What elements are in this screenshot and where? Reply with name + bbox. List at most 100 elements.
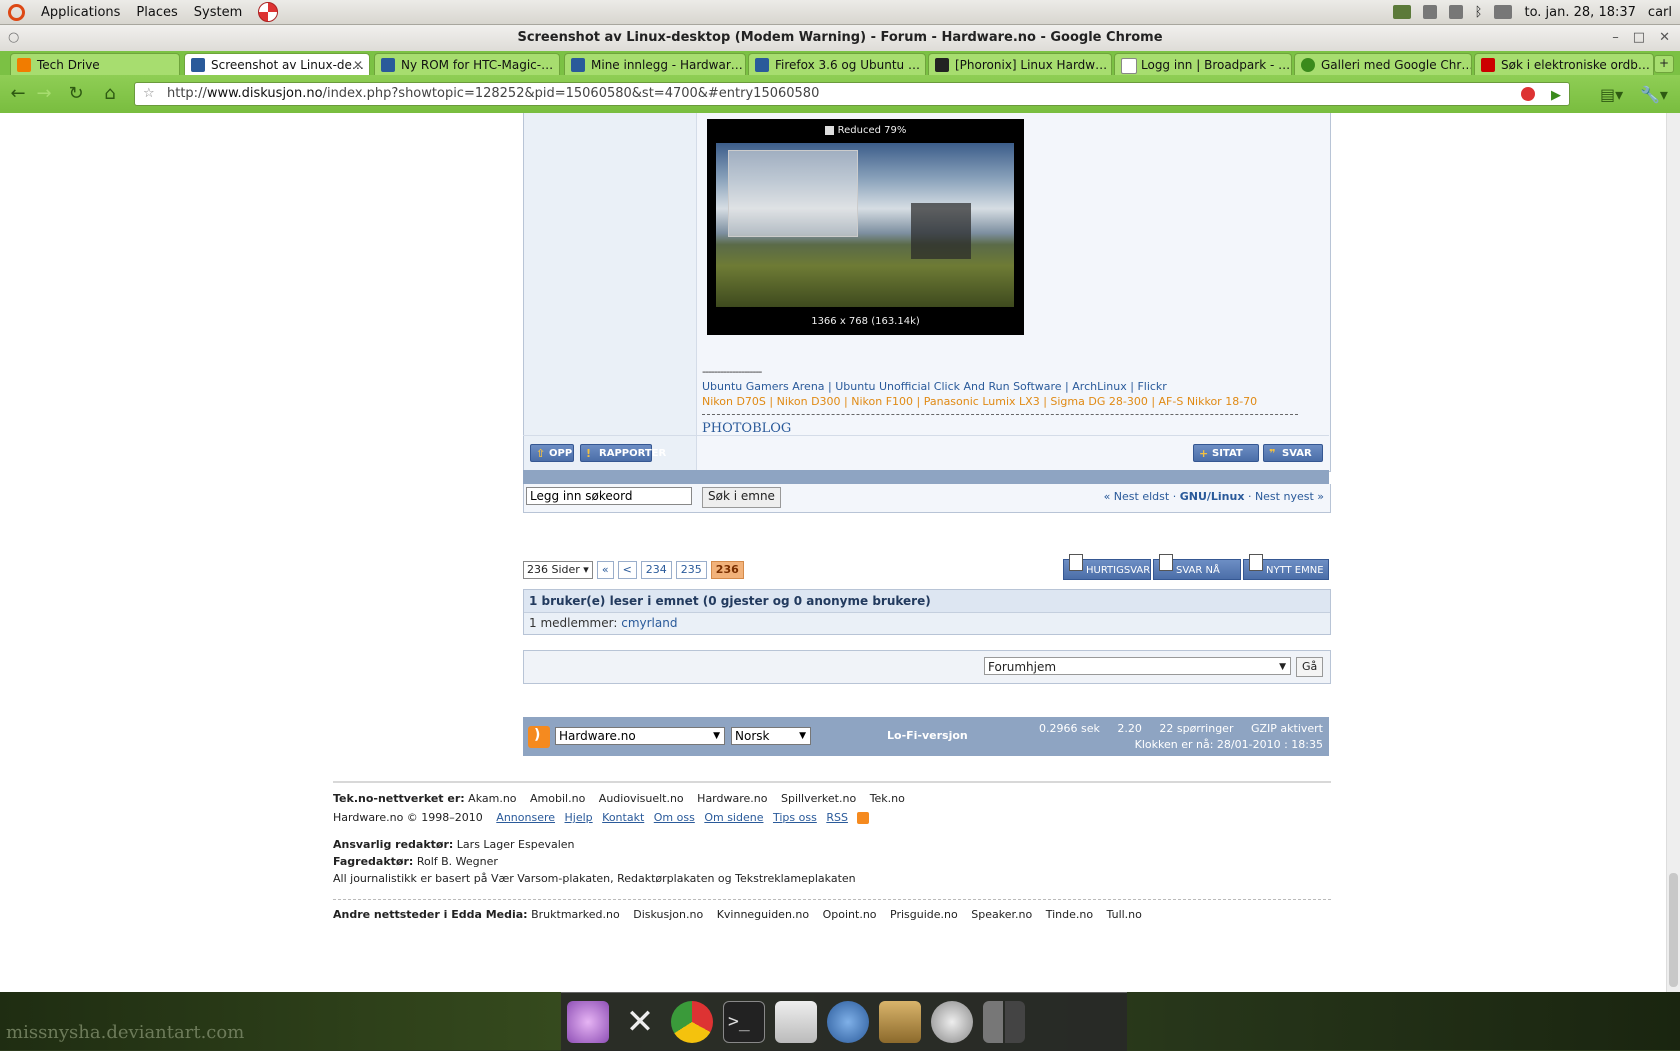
signal-icon[interactable] — [1422, 5, 1437, 19]
network-link[interactable]: Tek.no — [870, 792, 905, 805]
reply-now-button[interactable]: SVAR NÅ — [1153, 554, 1241, 580]
close-icon[interactable]: ✕ — [1659, 25, 1670, 51]
chrome-icon[interactable] — [671, 1001, 713, 1043]
reply-button[interactable]: SVAR — [1263, 444, 1323, 463]
close-tab-icon[interactable]: ✕ — [353, 54, 363, 75]
volume-icon[interactable] — [1448, 5, 1463, 19]
workspace-icon[interactable] — [983, 1001, 1025, 1043]
network-link[interactable]: Audiovisuelt.no — [599, 792, 684, 805]
pages-dropdown[interactable]: 236 Sider ▾ — [523, 561, 593, 579]
go-button[interactable]: Gå — [1296, 657, 1324, 677]
footer-link-hjelp[interactable]: Hjelp — [565, 811, 593, 824]
maximize-icon[interactable]: □ — [1633, 25, 1645, 51]
ubuntu-logo-icon[interactable] — [8, 3, 25, 21]
lofi-link[interactable]: Lo-Fi-versjon — [887, 729, 968, 742]
new-topic-button[interactable]: NYTT EMNE — [1243, 554, 1329, 580]
tab-phoronix[interactable]: [Phoronix] Linux Hardw… — [928, 53, 1112, 75]
quick-reply-button[interactable]: HURTIGSVAR — [1063, 554, 1151, 580]
close-icon[interactable]: ✕ — [619, 1001, 661, 1043]
edda-link[interactable]: Speaker.no — [971, 908, 1032, 921]
network-link[interactable]: Spillverket.no — [781, 792, 856, 805]
bluetooth-icon[interactable]: ᛒ — [1475, 5, 1483, 20]
network-link[interactable]: Amobil.no — [530, 792, 585, 805]
terminal-icon[interactable]: >_ — [723, 1001, 765, 1043]
photoblog-link[interactable]: PHOTOBLOG — [702, 421, 1298, 436]
scrollbar-thumb[interactable] — [1669, 873, 1678, 987]
window-menu-icon[interactable]: ○ — [8, 25, 19, 51]
newer-topic-link[interactable]: Nest nyest » — [1255, 490, 1324, 503]
footer-link-rss[interactable]: RSS — [826, 811, 848, 824]
vertical-scrollbar[interactable] — [1666, 113, 1680, 992]
bookmark-star-icon[interactable]: ☆ — [143, 83, 155, 105]
sig-link-ubuntu-gamers[interactable]: Ubuntu Gamers Arena — [702, 380, 825, 393]
topic-search-input[interactable] — [526, 487, 692, 505]
new-tab-button[interactable]: + — [1654, 55, 1674, 73]
prev-page-link[interactable]: < — [617, 561, 637, 579]
rss-icon[interactable] — [857, 812, 870, 824]
edda-link[interactable]: Diskusjon.no — [633, 908, 703, 921]
tab-mine-innlegg[interactable]: Mine innlegg - Hardwar… — [564, 53, 746, 75]
footer-link-om-oss[interactable]: Om oss — [654, 811, 695, 824]
edda-link[interactable]: Tinde.no — [1046, 908, 1093, 921]
footer-link-kontakt[interactable]: Kontakt — [602, 811, 644, 824]
settings-icon[interactable] — [567, 1001, 609, 1043]
network-link[interactable]: Hardware.no — [697, 792, 767, 805]
screenshot-thumbnail[interactable]: Reduced 79% 1366 x 768 (163.14k) — [707, 119, 1024, 335]
minimize-icon[interactable]: – — [1612, 25, 1619, 51]
home-icon[interactable] — [879, 1001, 921, 1043]
older-topic-link[interactable]: « Nest eldst — [1104, 490, 1170, 503]
tab-tech-drive[interactable]: Tech Drive — [10, 53, 180, 75]
up-button[interactable]: OPP — [530, 444, 574, 463]
sig-link-archlinux[interactable]: ArchLinux — [1072, 380, 1126, 393]
network-link[interactable]: Akam.no — [468, 792, 516, 805]
edda-link[interactable]: Prisguide.no — [890, 908, 958, 921]
quote-button[interactable]: SITAT — [1193, 444, 1259, 463]
edda-link[interactable]: Kvinneguiden.no — [717, 908, 809, 921]
back-icon[interactable]: ← — [8, 84, 28, 104]
clock-icon[interactable] — [931, 1001, 973, 1043]
reload-icon[interactable]: ↻ — [66, 84, 86, 104]
pidgin-icon[interactable] — [827, 1001, 869, 1043]
footer-link-annonsere[interactable]: Annonsere — [496, 811, 555, 824]
site-select[interactable]: Hardware.no ▼ — [555, 727, 725, 745]
footer-link-tips[interactable]: Tips oss — [773, 811, 817, 824]
menu-places[interactable]: Places — [136, 5, 177, 20]
home-icon[interactable]: ⌂ — [100, 84, 120, 104]
sig-link-ubuntu-click-run[interactable]: Ubuntu Unofficial Click And Run Software — [835, 380, 1061, 393]
forum-link[interactable]: GNU/Linux — [1180, 490, 1245, 503]
mail-icon[interactable] — [1494, 5, 1513, 19]
play-icon[interactable]: ▶ — [1551, 85, 1561, 107]
desktop-screenshot-image[interactable] — [716, 143, 1014, 307]
help-icon[interactable] — [258, 2, 279, 22]
tab-ordbok[interactable]: Søk i elektroniske ordb… — [1474, 53, 1654, 75]
forward-icon[interactable]: → — [34, 84, 54, 104]
edda-link[interactable]: Tull.no — [1107, 908, 1142, 921]
first-page-link[interactable]: « — [596, 561, 614, 579]
forum-jump-select[interactable]: Forumhjem ▼ — [984, 657, 1291, 675]
menu-applications[interactable]: Applications — [41, 5, 120, 20]
page-235-link[interactable]: 235 — [675, 561, 707, 579]
footer-link-om-sidene[interactable]: Om sidene — [704, 811, 763, 824]
tab-google-chrome-gallery[interactable]: Galleri med Google Chr… — [1294, 53, 1472, 75]
edda-link[interactable]: Opoint.no — [823, 908, 877, 921]
search-topic-button[interactable]: Søk i emne — [702, 487, 781, 508]
extension-icon[interactable] — [1521, 87, 1535, 101]
tab-firefox[interactable]: Firefox 3.6 og Ubuntu … — [748, 53, 926, 75]
tab-screenshot-linux[interactable]: Screenshot av Linux-de… ✕ — [184, 53, 370, 75]
user-name[interactable]: carl — [1648, 5, 1672, 20]
sig-link-flickr[interactable]: Flickr — [1137, 380, 1166, 393]
page-234-link[interactable]: 234 — [640, 561, 672, 579]
address-bar[interactable]: ☆ http://www.diskusjon.no/index.php?show… — [134, 82, 1570, 106]
member-link[interactable]: cmyrland — [621, 616, 677, 630]
monitor-icon[interactable] — [1392, 5, 1411, 19]
rss-icon[interactable] — [528, 726, 550, 748]
tab-htc-rom[interactable]: Ny ROM for HTC-Magic-… — [374, 53, 560, 75]
menu-system[interactable]: System — [194, 5, 242, 20]
page-menu-icon[interactable]: ▤▾ — [1600, 85, 1623, 104]
tab-broadpark[interactable]: Logg inn | Broadpark - … — [1114, 53, 1292, 75]
mail-icon[interactable] — [775, 1001, 817, 1043]
clock[interactable]: to. jan. 28, 18:37 — [1524, 5, 1635, 20]
edda-link[interactable]: Bruktmarked.no — [531, 908, 620, 921]
report-button[interactable]: RAPPORTER — [580, 444, 666, 463]
wrench-icon[interactable]: 🔧▾ — [1640, 85, 1668, 104]
